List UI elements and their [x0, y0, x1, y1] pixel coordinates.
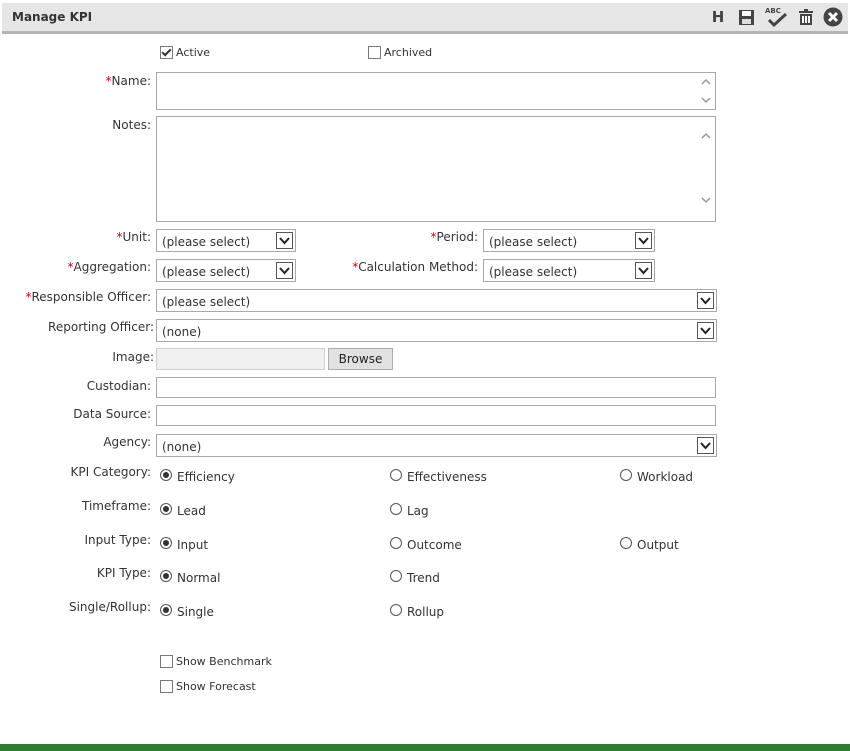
footer-bar	[0, 744, 850, 751]
radio-output-label: Output	[637, 538, 679, 552]
notes-scroll-down-icon[interactable]	[699, 193, 713, 207]
calculation-method-label: *Calculation Method:	[352, 260, 478, 274]
radio-efficiency[interactable]	[160, 469, 172, 481]
radio-lag[interactable]	[390, 503, 402, 515]
single-rollup-label: Single/Rollup:	[68, 600, 151, 614]
show-benchmark-checkbox[interactable]	[160, 655, 173, 668]
calculation-method-select[interactable]: (please select)	[483, 259, 655, 282]
kpi-category-label: KPI Category:	[70, 465, 151, 479]
radio-effectiveness[interactable]	[390, 469, 402, 481]
window-titlebar: Manage KPI H ABC	[2, 3, 848, 34]
agency-select[interactable]: (none)	[156, 434, 717, 457]
name-label: *Name:	[105, 74, 151, 88]
agency-label: Agency:	[103, 435, 151, 449]
radio-efficiency-label: Efficiency	[177, 470, 235, 484]
radio-single-label: Single	[177, 605, 214, 619]
notes-field[interactable]	[156, 116, 716, 222]
image-label: Image:	[112, 350, 154, 364]
radio-output[interactable]	[620, 537, 632, 549]
input-type-label: Input Type:	[84, 533, 152, 547]
window-title: Manage KPI	[12, 10, 93, 24]
show-benchmark-label: Show Benchmark	[176, 655, 272, 668]
chevron-down-icon[interactable]	[635, 232, 652, 249]
save-icon[interactable]	[736, 7, 756, 27]
data-source-field[interactable]	[156, 405, 716, 426]
radio-single[interactable]	[160, 604, 172, 616]
radio-input-label: Input	[177, 538, 209, 552]
radio-trend-label: Trend	[407, 571, 440, 585]
radio-outcome-label: Outcome	[407, 538, 462, 552]
radio-trend[interactable]	[390, 570, 402, 582]
notes-label: Notes:	[112, 118, 151, 132]
period-select[interactable]: (please select)	[483, 229, 655, 252]
radio-normal[interactable]	[160, 570, 172, 582]
radio-effectiveness-label: Effectiveness	[407, 470, 487, 484]
radio-workload-label: Workload	[637, 470, 694, 484]
archived-label: Archived	[384, 46, 433, 59]
name-field[interactable]	[156, 72, 716, 110]
active-label: Active	[176, 46, 211, 59]
close-icon[interactable]	[823, 7, 843, 27]
name-scroll-icon[interactable]	[699, 75, 713, 107]
unit-label: *Unit:	[116, 230, 151, 244]
chevron-down-icon[interactable]	[697, 322, 714, 339]
radio-normal-label: Normal	[177, 571, 221, 585]
period-label: *Period:	[430, 230, 478, 244]
archived-checkbox[interactable]	[368, 46, 381, 59]
timeframe-label: Timeframe:	[82, 499, 151, 513]
radio-rollup-label: Rollup	[407, 605, 445, 619]
active-checkbox[interactable]	[160, 46, 173, 59]
delete-icon[interactable]	[796, 7, 816, 27]
spellcheck-icon[interactable]: ABC	[764, 7, 790, 27]
custodian-field[interactable]	[156, 377, 716, 398]
radio-input[interactable]	[160, 537, 172, 549]
reporting-officer-select[interactable]: (none)	[156, 319, 717, 342]
radio-lead[interactable]	[160, 503, 172, 515]
responsible-officer-label: *Responsible Officer:	[25, 290, 151, 304]
browse-button[interactable]: Browse	[328, 348, 393, 370]
kpi-type-label: KPI Type:	[96, 566, 151, 580]
unit-select[interactable]: (please select)	[156, 229, 296, 252]
chevron-down-icon[interactable]	[697, 437, 714, 454]
chevron-down-icon[interactable]	[697, 292, 714, 309]
chevron-down-icon[interactable]	[276, 232, 293, 249]
aggregation-select[interactable]: (please select)	[156, 259, 296, 282]
reporting-officer-label: Reporting Officer:	[48, 320, 154, 334]
image-path-field[interactable]	[156, 348, 325, 370]
radio-lead-label: Lead	[177, 504, 206, 518]
responsible-officer-select[interactable]: (please select)	[156, 289, 717, 312]
radio-workload[interactable]	[620, 469, 632, 481]
radio-lag-label: Lag	[407, 504, 429, 518]
notes-scroll-up-icon[interactable]	[699, 129, 713, 143]
radio-rollup[interactable]	[390, 604, 402, 616]
custodian-label: Custodian:	[86, 379, 151, 393]
chevron-down-icon[interactable]	[635, 262, 652, 279]
history-h-icon[interactable]: H	[708, 7, 728, 27]
data-source-label: Data Source:	[73, 407, 151, 421]
show-forecast-checkbox[interactable]	[160, 680, 173, 693]
radio-outcome[interactable]	[390, 537, 402, 549]
chevron-down-icon[interactable]	[276, 262, 293, 279]
aggregation-label: *Aggregation:	[67, 260, 152, 274]
show-forecast-label: Show Forecast	[176, 680, 256, 693]
